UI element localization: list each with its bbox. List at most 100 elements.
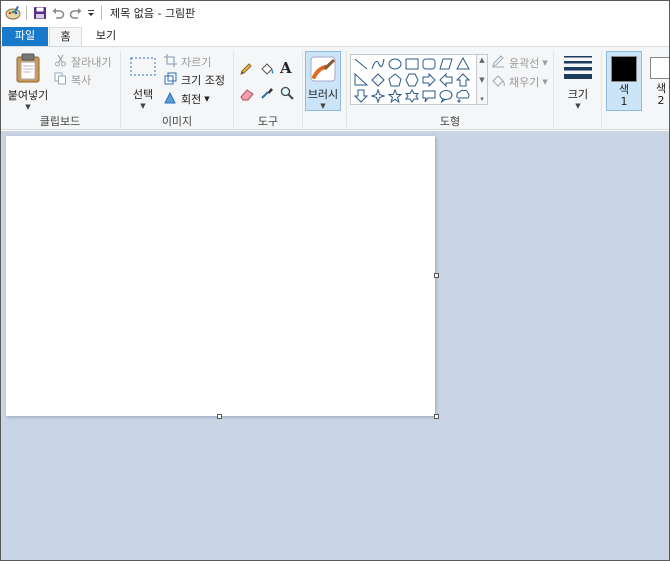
ribbon-tabs: 파일 홈 보기: [1, 25, 669, 47]
left-arrow-shape-icon[interactable]: [437, 72, 454, 88]
qa-separator: [26, 6, 27, 20]
select-label: 선택: [132, 88, 154, 101]
four-point-star-shape-icon[interactable]: [369, 88, 386, 104]
shapes-group-label: 도형: [439, 115, 461, 128]
color1-number: 1: [620, 95, 628, 108]
color2-number: 2: [657, 94, 665, 107]
resize-button[interactable]: 크기 조정: [164, 72, 225, 88]
outline-button[interactable]: 윤곽선 ▼: [491, 54, 548, 71]
customize-qa-icon[interactable]: [85, 4, 97, 22]
chevron-down-icon: ▼: [25, 103, 31, 111]
save-icon[interactable]: [31, 4, 49, 22]
undo-icon[interactable]: [49, 4, 67, 22]
paste-button[interactable]: 붙여넣기 ▼: [6, 53, 50, 111]
fill-label: 채우기: [509, 75, 540, 89]
color1-swatch: [611, 56, 637, 82]
hexagon-shape-icon[interactable]: [403, 72, 420, 88]
text-icon[interactable]: A: [280, 59, 292, 77]
tab-home[interactable]: 홈: [49, 27, 82, 47]
rotate-icon: [164, 91, 177, 107]
curve-shape-icon[interactable]: [369, 56, 386, 72]
scroll-down-icon[interactable]: ▼: [479, 76, 484, 84]
qa-separator: [101, 6, 102, 20]
resize-handle-right[interactable]: [434, 273, 439, 278]
canvas-workspace[interactable]: [1, 131, 669, 560]
chevron-down-icon: ▼: [204, 95, 210, 103]
rotate-button[interactable]: 회전 ▼: [164, 91, 210, 107]
redo-icon[interactable]: [67, 4, 85, 22]
eraser-icon[interactable]: [239, 87, 255, 101]
crop-icon: [164, 54, 177, 70]
brush-icon: [306, 55, 340, 86]
scroll-up-icon[interactable]: ▲: [479, 56, 484, 64]
quick-access-toolbar: [1, 1, 106, 25]
pencil-icon[interactable]: [239, 62, 253, 76]
rect-callout-shape-icon[interactable]: [420, 88, 437, 104]
copy-icon: [54, 72, 67, 88]
tab-view[interactable]: 보기: [84, 27, 128, 46]
outline-icon: [491, 54, 505, 71]
chevron-down-icon: ▼: [542, 58, 548, 67]
ribbon: 붙여넣기 ▼ 잘라내기 복사 클립보드 선택 ▼ 자르기 크기 조정 회전 ▼ …: [1, 46, 669, 130]
right-arrow-shape-icon[interactable]: [420, 72, 437, 88]
clipboard-group-label: 클립보드: [39, 115, 81, 128]
paste-icon: [6, 53, 50, 86]
rounded-rectangle-shape-icon[interactable]: [420, 56, 437, 72]
window-title: 제목 없음 - 그림판: [110, 7, 196, 20]
cloud-callout-shape-icon[interactable]: [454, 88, 471, 104]
triangle-shape-icon[interactable]: [454, 56, 471, 72]
image-group-label: 이미지: [161, 115, 193, 128]
paint-window: 제목 없음 - 그림판 파일 홈 보기 붙여넣기 ▼ 잘라내기 복사 클립보드 …: [0, 0, 670, 561]
expand-gallery-icon[interactable]: ▾: [480, 95, 484, 103]
chevron-down-icon: ▼: [575, 102, 581, 110]
select-button[interactable]: 선택 ▼: [126, 55, 160, 110]
group-divider: [302, 51, 303, 127]
tools-group-label: 도구: [257, 115, 279, 128]
fill-icon: [491, 73, 505, 90]
paint-app-icon[interactable]: [4, 4, 22, 22]
brushes-label: 브러시: [307, 88, 339, 101]
group-divider: [553, 51, 554, 127]
cut-button[interactable]: 잘라내기: [54, 54, 111, 70]
chevron-down-icon: ▼: [542, 77, 548, 86]
resize-handle-bottom[interactable]: [217, 414, 222, 419]
six-point-star-shape-icon[interactable]: [403, 88, 420, 104]
fill-button[interactable]: 채우기 ▼: [491, 73, 548, 90]
down-arrow-shape-icon[interactable]: [352, 88, 369, 104]
paste-label: 붙여넣기: [7, 89, 49, 102]
oval-callout-shape-icon[interactable]: [437, 88, 454, 104]
color2-swatch: [650, 57, 669, 79]
magnifier-icon[interactable]: [280, 86, 294, 100]
pentagon-shape-icon[interactable]: [386, 72, 403, 88]
drawing-canvas[interactable]: [6, 136, 435, 416]
resize-icon: [164, 72, 177, 88]
size-label: 크기: [567, 88, 589, 101]
size-button[interactable]: 크기 ▼: [559, 55, 597, 110]
title-bar: 제목 없음 - 그림판: [1, 1, 669, 25]
crop-label: 자르기: [181, 56, 212, 69]
cut-label: 잘라내기: [71, 56, 112, 69]
color1-button[interactable]: 색 1: [606, 51, 642, 111]
rectangle-shape-icon[interactable]: [403, 56, 420, 72]
right-triangle-shape-icon[interactable]: [352, 72, 369, 88]
five-point-star-shape-icon[interactable]: [386, 88, 403, 104]
select-icon: [126, 55, 160, 82]
fill-bucket-icon[interactable]: [259, 61, 275, 77]
color2-button[interactable]: 색 2: [646, 51, 669, 111]
resize-handle-corner[interactable]: [434, 414, 439, 419]
color-picker-icon[interactable]: [260, 86, 274, 100]
diamond-shape-icon[interactable]: [369, 72, 386, 88]
tab-file[interactable]: 파일: [2, 27, 48, 46]
up-arrow-shape-icon[interactable]: [454, 72, 471, 88]
group-divider: [601, 51, 602, 127]
polygon-shape-icon[interactable]: [437, 56, 454, 72]
brushes-button[interactable]: 브러시 ▼: [305, 51, 341, 111]
chevron-down-icon: ▼: [140, 102, 146, 110]
scissors-icon: [54, 54, 67, 70]
outline-label: 윤곽선: [509, 56, 540, 70]
crop-button[interactable]: 자르기: [164, 54, 211, 70]
line-shape-icon[interactable]: [352, 56, 369, 72]
shapes-gallery-scroll[interactable]: ▲ ▼ ▾: [477, 54, 488, 105]
oval-shape-icon[interactable]: [386, 56, 403, 72]
copy-button[interactable]: 복사: [54, 72, 91, 88]
